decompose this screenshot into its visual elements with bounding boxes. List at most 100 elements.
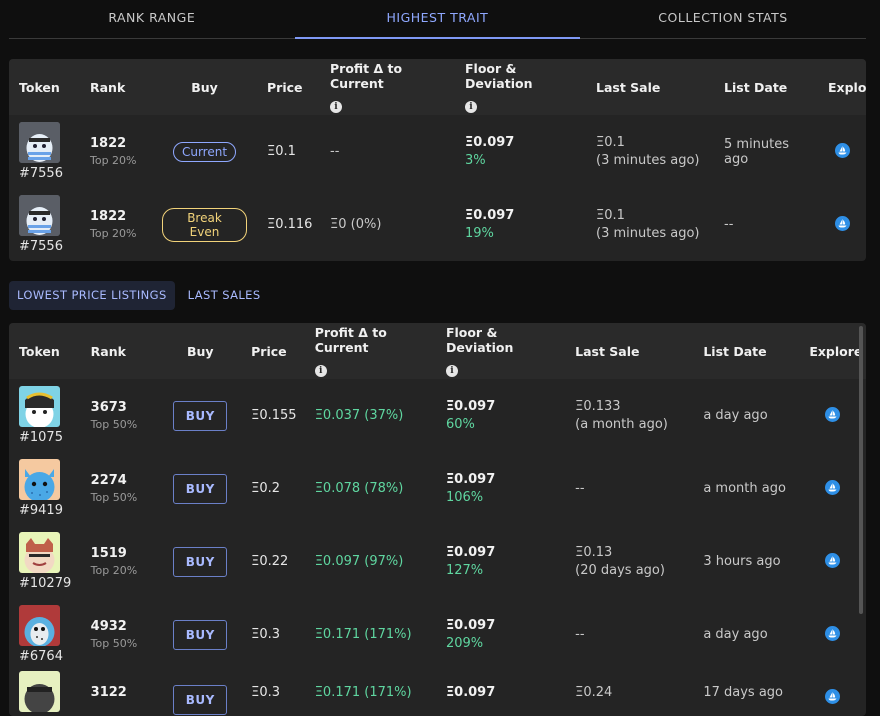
opensea-icon[interactable] — [825, 553, 841, 568]
opensea-icon[interactable] — [825, 407, 841, 422]
tab-lowest-price-listings[interactable]: LOWEST PRICE LISTINGS — [9, 281, 175, 310]
last-sale-time: (3 minutes ago) — [596, 153, 700, 168]
tab-last-sales[interactable]: LAST SALES — [181, 281, 268, 310]
highest-trait-panel: Token Rank Buy Price Profit Δ to Current… — [9, 59, 866, 261]
break-even-badge: Break Even — [162, 207, 247, 242]
opensea-icon[interactable] — [825, 480, 841, 495]
scrollbar[interactable] — [859, 326, 863, 614]
last-sale-price: Ξ0.13 — [575, 545, 613, 560]
list-date: a day ago — [703, 408, 768, 423]
token-avatar[interactable] — [19, 605, 60, 646]
token-cell: #7556 — [19, 195, 70, 254]
opensea-icon[interactable] — [825, 626, 841, 641]
tab-collection-stats[interactable]: COLLECTION STATS — [580, 0, 866, 38]
header-rank: Rank — [90, 343, 126, 359]
profit-value: -- — [330, 144, 340, 159]
token-cell: #9419 — [19, 459, 71, 518]
profit-value: Ξ0.097 (97%) — [314, 554, 404, 569]
profit-value: Ξ0.078 (78%) — [314, 481, 404, 496]
rank-value: 2274 — [90, 473, 127, 488]
profit-value: Ξ0.037 (37%) — [314, 408, 404, 423]
info-icon[interactable]: i — [445, 365, 458, 377]
token-cell: #6764 — [19, 605, 71, 664]
token-cell: #10279 — [19, 532, 71, 591]
list-date: 3 hours ago — [703, 554, 781, 569]
list-date: a month ago — [703, 481, 786, 496]
last-sale-price: Ξ0.1 — [596, 135, 625, 150]
token-avatar[interactable] — [19, 671, 60, 712]
rank-percentile: Top 50% — [90, 418, 138, 431]
header-profit: Profit Δ to Current i — [320, 59, 455, 115]
token-id[interactable]: #6764 — [19, 649, 63, 664]
rank-percentile: Top 20% — [90, 564, 138, 577]
last-sale-price: -- — [575, 481, 585, 496]
listings-table: Token Rank Buy Price Profit Δ to Current… — [9, 323, 866, 716]
header-profit-label: Profit Δ to Current — [314, 325, 387, 355]
last-sale-price: Ξ0.1 — [596, 208, 625, 223]
deviation-value: 60% — [445, 417, 475, 432]
token-avatar[interactable] — [19, 195, 60, 236]
buy-button[interactable]: BUY — [173, 473, 228, 504]
token-id[interactable]: #7556 — [19, 239, 63, 254]
list-date: 5 minutes ago — [724, 136, 790, 167]
token-id[interactable]: #9419 — [19, 503, 63, 518]
buy-button[interactable]: BUY — [173, 685, 228, 715]
info-icon[interactable]: i — [465, 101, 477, 113]
token-id[interactable]: #10279 — [19, 576, 71, 591]
buy-button[interactable]: BUY — [173, 619, 228, 650]
floor-value: Ξ0.097 — [445, 399, 496, 414]
opensea-icon[interactable] — [834, 143, 850, 158]
token-avatar[interactable] — [19, 532, 60, 573]
list-date: a day ago — [703, 627, 768, 642]
floor-value: Ξ0.097 — [445, 685, 496, 700]
price-value: Ξ0.3 — [251, 685, 281, 700]
profit-value: Ξ0.171 (171%) — [314, 685, 412, 700]
last-sale-time: (20 days ago) — [575, 563, 665, 578]
table-row: #7556 1822 Top 20% Break Even Ξ0.116 Ξ0 … — [9, 188, 866, 261]
tab-highest-trait[interactable]: HIGHEST TRAIT — [294, 0, 581, 39]
top-tabs: RANK RANGE HIGHEST TRAIT COLLECTION STAT… — [9, 0, 866, 39]
buy-button[interactable]: BUY — [173, 400, 228, 431]
table-header-row: Token Rank Buy Price Profit Δ to Current… — [9, 323, 866, 379]
header-token: Token — [19, 343, 60, 359]
floor-value: Ξ0.097 — [465, 208, 515, 223]
floor-value: Ξ0.097 — [445, 545, 496, 560]
token-avatar[interactable] — [19, 386, 60, 427]
token-avatar[interactable] — [19, 459, 60, 500]
table-row: #9419 2274 Top 50% BUY Ξ0.2 Ξ0.078 (78%)… — [9, 452, 866, 525]
deviation-value: 106% — [445, 490, 484, 505]
tab-rank-range[interactable]: RANK RANGE — [9, 0, 295, 38]
deviation-value: 3% — [465, 153, 486, 168]
floor-value: Ξ0.097 — [445, 472, 496, 487]
info-icon[interactable]: i — [314, 365, 327, 377]
info-icon[interactable]: i — [330, 101, 342, 113]
last-sale-price: Ξ0.24 — [575, 685, 613, 700]
header-last-sale: Last Sale — [596, 79, 661, 95]
table-row: #7556 1822 Top 20% Current Ξ0.1 -- Ξ0.09… — [9, 115, 866, 188]
listing-subtabs: LOWEST PRICE LISTINGS LAST SALES — [9, 281, 274, 310]
header-explore: Explore — [809, 343, 863, 359]
token-id[interactable]: #7556 — [19, 166, 63, 181]
table-row: #10279 1519 Top 20% BUY Ξ0.22 Ξ0.097 (97… — [9, 525, 866, 598]
price-value: Ξ0.155 — [251, 408, 297, 423]
token-cell — [19, 671, 71, 712]
highest-trait-table: Token Rank Buy Price Profit Δ to Current… — [9, 59, 866, 261]
header-list-date: List Date — [724, 79, 788, 95]
rank-percentile: Top 20% — [90, 154, 137, 167]
header-floor: Floor & Deviation i — [436, 323, 565, 379]
opensea-icon[interactable] — [825, 689, 841, 704]
profit-value: Ξ0.171 (171%) — [314, 627, 412, 642]
token-avatar[interactable] — [19, 122, 60, 163]
price-value: Ξ0.116 — [267, 217, 313, 232]
header-profit: Profit Δ to Current i — [305, 323, 436, 379]
last-sale-time: (3 minutes ago) — [596, 226, 700, 241]
buy-button[interactable]: BUY — [173, 546, 228, 577]
header-buy: Buy — [186, 343, 214, 359]
opensea-icon[interactable] — [834, 216, 850, 231]
last-sale-price: Ξ0.133 — [575, 399, 621, 414]
token-id[interactable]: #1075 — [19, 430, 63, 445]
header-price: Price — [267, 79, 303, 95]
floor-value: Ξ0.097 — [445, 618, 496, 633]
price-value: Ξ0.1 — [267, 144, 296, 159]
rank-value: 1822 — [90, 136, 127, 151]
